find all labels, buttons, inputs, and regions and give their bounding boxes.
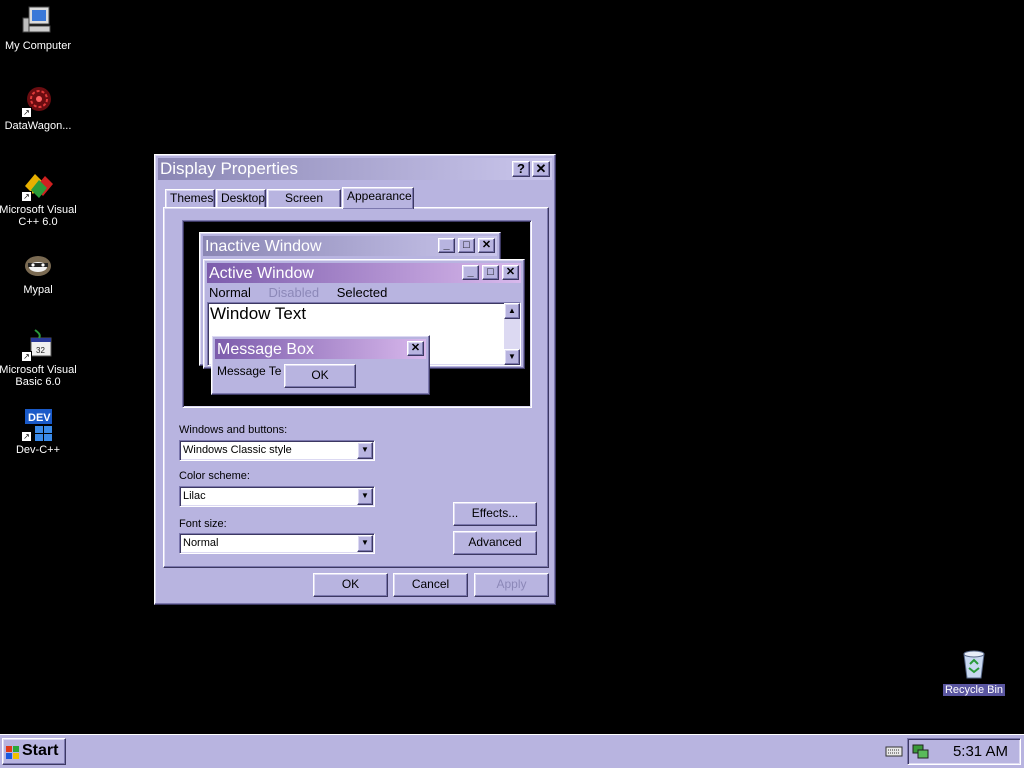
scroll-up-icon: ▲ xyxy=(504,303,520,319)
shortcut-arrow-icon: ↗ xyxy=(21,351,32,362)
system-tray: 5:31 AM xyxy=(907,738,1021,765)
windows-buttons-label: Windows and buttons: xyxy=(179,424,288,436)
desktop-icon-datawagon[interactable]: ↗ DataWagon... xyxy=(0,84,80,132)
windows-buttons-value: Windows Classic style xyxy=(183,444,292,456)
datawagon-icon: ↗ xyxy=(21,84,55,118)
preview-close-icon: ✕ xyxy=(407,341,424,356)
shortcut-arrow-icon: ↗ xyxy=(21,107,32,118)
appearance-preview: Inactive Window _ □ ✕ Active Window _ □ … xyxy=(182,220,532,408)
mypal-icon xyxy=(21,248,55,282)
desktop-icon-visual-cpp[interactable]: ↗ Microsoft Visual C++ 6.0 xyxy=(0,168,80,228)
preview-ok-button: OK xyxy=(284,364,356,388)
scroll-down-icon: ▼ xyxy=(504,349,520,365)
dropdown-arrow-icon[interactable]: ▼ xyxy=(357,442,373,459)
windows-logo-icon xyxy=(6,744,20,759)
visual-cpp-icon: ↗ xyxy=(21,168,55,202)
close-icon: ✕ xyxy=(535,161,547,176)
shortcut-arrow-icon: ↗ xyxy=(21,431,32,442)
preview-maximize-icon: □ xyxy=(482,265,499,280)
menu-normal: Normal xyxy=(209,285,251,300)
effects-button[interactable]: Effects... xyxy=(453,502,537,526)
preview-close-icon: ✕ xyxy=(478,238,495,253)
appearance-panel: Inactive Window _ □ ✕ Active Window _ □ … xyxy=(163,207,549,568)
desktop-icon-visual-basic[interactable]: 32 ↗ Microsoft Visual Basic 6.0 xyxy=(0,328,80,388)
ok-button[interactable]: OK xyxy=(313,573,388,597)
preview-message-text: Message Te xyxy=(217,364,282,378)
preview-message-title: Message Box xyxy=(217,341,314,358)
window-text: Window Text xyxy=(210,304,307,323)
desktop-icon-label: My Computer xyxy=(4,40,72,52)
preview-close-icon: ✕ xyxy=(502,265,519,280)
desktop-icon-my-computer[interactable]: My Computer xyxy=(0,4,80,52)
preview-active-title: Active Window xyxy=(209,265,314,282)
desktop-icon-label: Recycle Bin xyxy=(942,684,1006,696)
dialog-titlebar[interactable]: Display Properties ? ✕ xyxy=(158,158,552,180)
desktop-icon-recycle-bin[interactable]: Recycle Bin xyxy=(932,648,1016,696)
tab-themes[interactable]: Themes xyxy=(165,189,215,208)
tab-desktop[interactable]: Desktop xyxy=(216,189,266,208)
dropdown-arrow-icon[interactable]: ▼ xyxy=(357,488,373,505)
svg-text:32: 32 xyxy=(36,346,45,355)
tab-screen-saver[interactable]: Screen Saver xyxy=(267,189,341,221)
preview-message-titlebar: Message Box ✕ xyxy=(215,339,426,359)
menu-selected: Selected xyxy=(336,285,388,300)
color-scheme-select[interactable]: Lilac ▼ xyxy=(179,486,375,507)
desktop-icon-mypal[interactable]: Mypal xyxy=(0,248,80,296)
help-icon: ? xyxy=(517,161,525,176)
help-button[interactable]: ? xyxy=(512,161,530,177)
tab-label: Desktop xyxy=(221,191,266,205)
taskbar: Start 5:31 AM xyxy=(0,734,1024,768)
windows-buttons-select[interactable]: Windows Classic style ▼ xyxy=(179,440,375,461)
close-button[interactable]: ✕ xyxy=(532,161,550,177)
svg-text:DEV: DEV xyxy=(28,412,51,424)
clock[interactable]: 5:31 AM xyxy=(953,743,1008,761)
network-icon[interactable] xyxy=(912,743,930,761)
start-label: Start xyxy=(22,742,59,759)
keyboard-icon[interactable] xyxy=(885,744,903,758)
desktop-icon-label: Microsoft Visual C++ 6.0 xyxy=(0,204,77,228)
shortcut-arrow-icon: ↗ xyxy=(21,191,32,202)
color-scheme-label: Color scheme: xyxy=(179,470,250,482)
desktop-icon-label: Dev-C++ xyxy=(15,444,61,456)
preview-active-titlebar: Active Window _ □ ✕ xyxy=(207,263,521,283)
preview-scrollbar: ▲ ▼ xyxy=(504,303,520,365)
menu-disabled: Disabled xyxy=(268,285,320,300)
preview-inactive-titlebar: Inactive Window _ □ ✕ xyxy=(203,236,497,256)
dialog-title: Display Properties xyxy=(160,159,298,178)
color-scheme-value: Lilac xyxy=(183,490,206,502)
advanced-button[interactable]: Advanced xyxy=(453,531,537,555)
font-size-value: Normal xyxy=(183,537,219,549)
preview-minimize-icon: _ xyxy=(438,238,455,253)
desktop-icon-label: Microsoft Visual Basic 6.0 xyxy=(0,364,77,388)
preview-inactive-title: Inactive Window xyxy=(205,238,322,255)
visual-basic-icon: 32 ↗ xyxy=(21,328,55,362)
desktop-icon-label: Mypal xyxy=(23,284,53,296)
desktop-icon-label: DataWagon... xyxy=(4,120,72,132)
tab-label: Appearance xyxy=(347,189,412,203)
preview-message-box: Message Box ✕ Message Te OK xyxy=(211,335,430,395)
display-properties-dialog: Display Properties ? ✕ Themes Desktop Sc… xyxy=(154,154,556,605)
font-size-label: Font size: xyxy=(179,518,227,530)
computer-icon xyxy=(21,4,55,38)
font-size-select[interactable]: Normal ▼ xyxy=(179,533,375,554)
desktop-icon-devcpp[interactable]: DEV ↗ Dev-C++ xyxy=(0,408,80,456)
cancel-button[interactable]: Cancel xyxy=(393,573,468,597)
apply-button[interactable]: Apply xyxy=(474,573,549,597)
preview-minimize-icon: _ xyxy=(462,265,479,280)
recycle-bin-icon xyxy=(957,648,991,682)
start-button[interactable]: Start xyxy=(2,738,66,765)
tab-appearance[interactable]: Appearance xyxy=(342,187,414,209)
preview-menu-row: Normal Disabled Selected xyxy=(209,285,401,301)
tab-label: Themes xyxy=(170,191,214,205)
devcpp-icon: DEV ↗ xyxy=(21,408,55,442)
dropdown-arrow-icon[interactable]: ▼ xyxy=(357,535,373,552)
preview-maximize-icon: □ xyxy=(458,238,475,253)
